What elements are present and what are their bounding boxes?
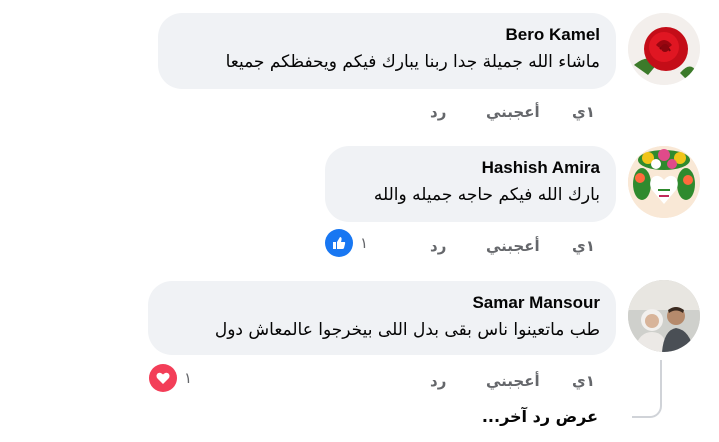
- flower-wreath-icon: [628, 146, 700, 218]
- like-button[interactable]: أعجبني: [486, 100, 540, 124]
- red-rose-icon: [628, 13, 700, 85]
- love-reaction-icon[interactable]: [149, 364, 177, 392]
- comment-author[interactable]: Bero Kamel: [174, 23, 600, 47]
- comment-timestamp[interactable]: ١ي: [572, 234, 595, 258]
- comment-avatar[interactable]: [628, 146, 700, 218]
- comment-author[interactable]: Samar Mansour: [164, 291, 600, 315]
- comment-bubble: Bero Kamel ماشاء الله جميلة جدا ربنا يبا…: [158, 13, 616, 89]
- comment-actions: ١ي أعجبني رد: [400, 369, 610, 393]
- comment-avatar[interactable]: [628, 13, 700, 85]
- like-button[interactable]: أعجبني: [486, 234, 540, 258]
- comment-bubble: Samar Mansour طب ماتعينوا ناس بقى بدل ال…: [148, 281, 616, 355]
- like-button[interactable]: أعجبني: [486, 369, 540, 393]
- like-reaction-icon[interactable]: [325, 229, 353, 257]
- comment-actions: ١ي أعجبني رد: [400, 100, 610, 124]
- view-more-replies-link[interactable]: عرض رد آخر...: [482, 407, 598, 426]
- reply-button[interactable]: رد: [430, 234, 446, 258]
- thread-connector: [632, 360, 662, 418]
- reply-button[interactable]: رد: [430, 100, 446, 124]
- thumbs-up-icon: [333, 237, 346, 249]
- comment-avatar[interactable]: [628, 280, 700, 352]
- heart-icon: [156, 372, 170, 384]
- comment-timestamp[interactable]: ١ي: [572, 369, 595, 393]
- couple-photo-icon: [628, 280, 700, 352]
- comment-bubble: Hashish Amira بارك الله فيكم حاجه جميله …: [325, 146, 616, 222]
- comment-timestamp[interactable]: ١ي: [572, 100, 595, 124]
- comment-actions: ١ي أعجبني رد: [400, 234, 610, 258]
- comment-text: بارك الله فيكم حاجه جميله والله: [373, 185, 600, 205]
- reply-button[interactable]: رد: [430, 369, 446, 393]
- reaction-count[interactable]: ١: [360, 234, 368, 252]
- comment-text: طب ماتعينوا ناس بقى بدل اللى بيخرجوا عال…: [214, 320, 600, 340]
- reaction-count[interactable]: ١: [184, 369, 192, 387]
- comment-text: ماشاء الله جميلة جدا ربنا يبارك فيكم ويح…: [225, 52, 600, 72]
- comment-author[interactable]: Hashish Amira: [341, 156, 600, 180]
